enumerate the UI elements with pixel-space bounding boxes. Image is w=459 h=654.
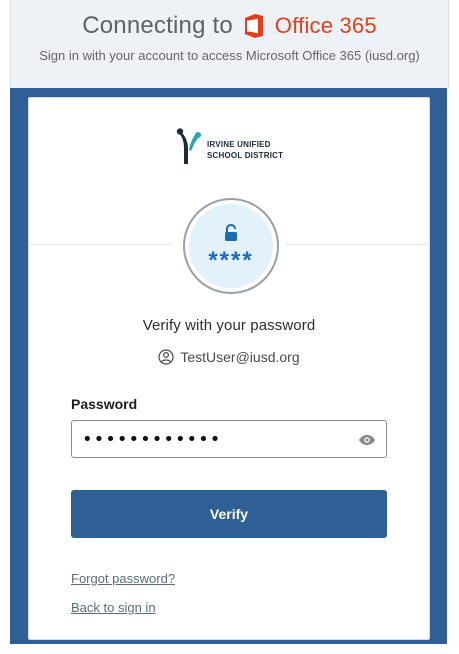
password-factor-badge: **** xyxy=(183,198,279,294)
banner-subtitle: Sign in with your account to access Micr… xyxy=(39,48,420,63)
username-text: TestUser@iusd.org xyxy=(180,349,300,365)
password-value: •••••••••••• xyxy=(82,429,222,450)
user-identifier: TestUser@iusd.org xyxy=(29,349,429,365)
password-input[interactable]: •••••••••••• xyxy=(71,420,387,458)
forgot-password-link[interactable]: Forgot password? xyxy=(71,571,175,586)
district-logo-line2: SCHOOL DISTRICT xyxy=(207,151,284,160)
connecting-label: Connecting to xyxy=(82,12,233,39)
connecting-banner: Connecting to Office 365 Sign in with yo… xyxy=(10,0,449,88)
okta-signin-page: Connecting to Office 365 Sign in with yo… xyxy=(0,0,459,654)
user-circle-icon xyxy=(158,349,174,365)
district-logo: IRVINE UNIFIED SCHOOL DISTRICT xyxy=(171,128,289,166)
password-factor-badge-inner: **** xyxy=(189,204,273,288)
verify-button[interactable]: Verify xyxy=(71,490,387,538)
divider-right xyxy=(286,244,430,245)
unlock-icon xyxy=(223,223,239,242)
eye-icon[interactable] xyxy=(358,433,376,445)
password-stars: **** xyxy=(208,247,254,274)
district-logo-line1: IRVINE UNIFIED xyxy=(207,140,271,149)
divider-left xyxy=(29,244,172,245)
district-logo-icon xyxy=(171,128,205,166)
office-365-label: Office 365 xyxy=(274,13,377,38)
verify-title: Verify with your password xyxy=(142,317,316,334)
password-label: Password xyxy=(71,396,138,412)
office-logo-icon xyxy=(243,13,265,39)
back-to-sign-in-link[interactable]: Back to sign in xyxy=(71,600,156,615)
signin-card: IRVINE UNIFIED SCHOOL DISTRICT **** Veri… xyxy=(28,97,430,640)
banner-title-row: Connecting to Office 365 xyxy=(11,9,448,43)
